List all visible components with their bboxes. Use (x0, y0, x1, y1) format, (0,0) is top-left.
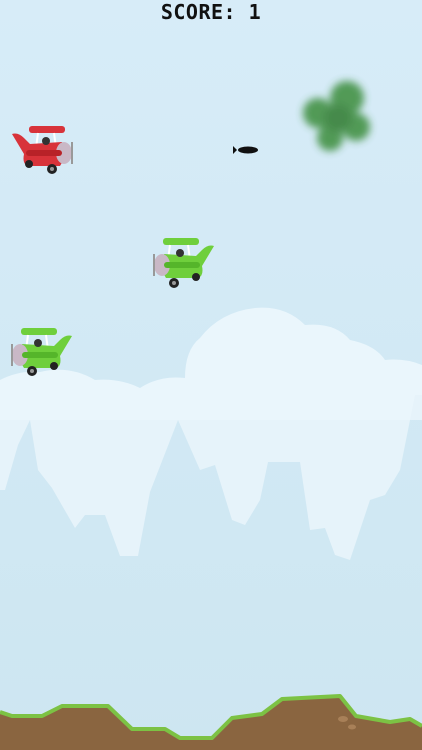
score-label: SCORE: (160, 0, 237, 24)
score-value: 1 (248, 0, 262, 24)
score-display: SCORE: 1 (0, 0, 422, 24)
game-scene[interactable] (0, 0, 422, 750)
